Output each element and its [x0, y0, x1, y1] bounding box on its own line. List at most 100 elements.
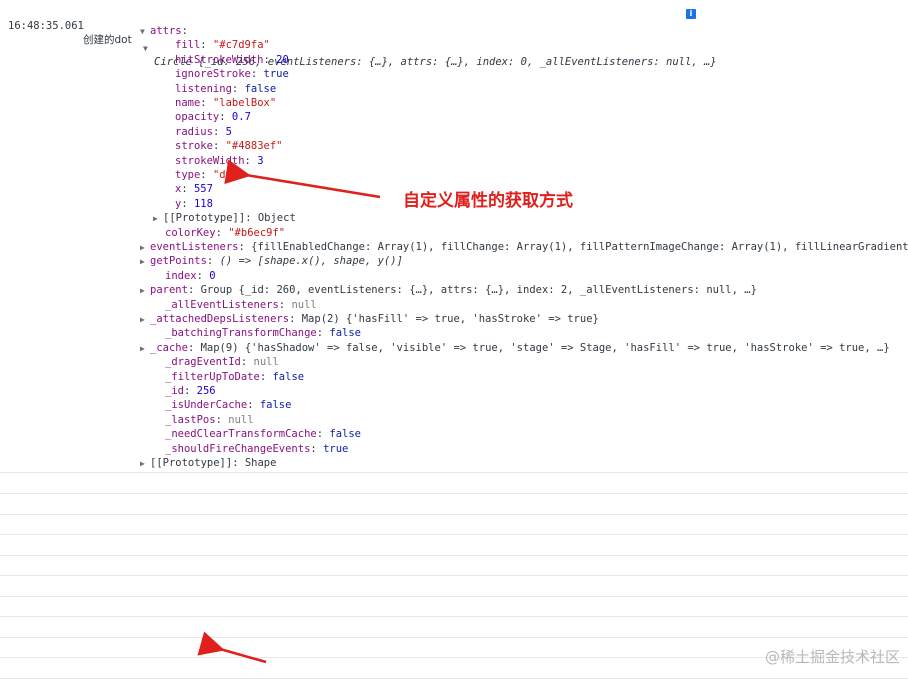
tree-row: strokeWidth: 3: [175, 155, 264, 167]
property-value: 20: [276, 53, 289, 66]
entry-separator: [0, 534, 908, 535]
property-key: _allEventListeners: [165, 298, 279, 311]
property-key: listening: [175, 82, 232, 95]
key-separator: :: [247, 399, 260, 412]
entry-separator: [0, 616, 908, 617]
property-value: 3: [257, 154, 264, 167]
property-key: [[Prototype]]: [150, 457, 233, 469]
property-value: null: [228, 413, 254, 426]
property-value: null: [253, 356, 279, 369]
property-value: Shape: [244, 457, 277, 469]
key-separator: :: [263, 53, 277, 66]
property-key: fill: [175, 39, 201, 52]
expand-triangle-icon[interactable]: ▶: [140, 459, 150, 468]
collapse-triangle-icon[interactable]: ▼: [140, 27, 150, 36]
key-separator: :: [245, 212, 258, 225]
tree-row[interactable]: ▶ eventListeners: {fillEnabledChange: Arr…: [140, 241, 908, 253]
property-key: ignoreStroke: [175, 68, 251, 81]
timestamp: 16:48:35.061: [8, 20, 84, 32]
property-value: 0.7: [231, 111, 251, 124]
property-value: false: [244, 82, 277, 95]
tree-row[interactable]: ▶ getPoints: () => [shape.x(), shape, y()…: [140, 255, 403, 267]
annotation-text: 自定义属性的获取方式: [403, 191, 573, 211]
property-value: Object: [257, 212, 296, 225]
property-key: _needClearTransformCache: [165, 428, 317, 441]
property-value: 118: [193, 197, 213, 210]
log-label: 创建的dot: [83, 34, 132, 46]
property-key: hitStrokeWidth: [175, 53, 264, 66]
key-separator: :: [212, 140, 226, 153]
property-key: type: [175, 169, 201, 181]
tree-row: _lastPos: null: [165, 414, 254, 426]
collapse-triangle-icon[interactable]: ▼: [143, 44, 153, 53]
property-key: opacity: [175, 111, 220, 124]
tree-row: _isUnderCache: false: [165, 399, 291, 411]
tree-row[interactable]: ▶ _attachedDepsListeners: Map(2) {'hasFil…: [140, 313, 599, 325]
property-value: 5: [225, 125, 232, 138]
key-separator: :: [316, 327, 330, 340]
expand-triangle-icon[interactable]: ▶: [140, 286, 150, 295]
property-key: colorKey: [165, 226, 216, 239]
entry-separator: [0, 636, 908, 638]
key-separator: :: [215, 226, 229, 239]
property-key: _filterUpToDate: [165, 370, 260, 383]
key-separator: :: [250, 68, 264, 81]
key-separator: :: [212, 125, 226, 138]
property-key: _batchingTransformChange: [165, 327, 317, 340]
property-key: _dragEventId: [165, 356, 241, 369]
entry-separator: [0, 595, 908, 597]
property-value: true: [263, 68, 289, 81]
property-value: false: [329, 428, 361, 441]
entry-separator: [0, 554, 908, 556]
expand-triangle-icon[interactable]: ▶: [140, 344, 150, 353]
property-key: _lastPos: [165, 413, 216, 426]
devtools-console: 16:48:35.061 创建的dot ▼ Circle {_id: 256, …: [0, 0, 908, 679]
property-key: _attachedDepsListeners: [150, 313, 290, 325]
tree-row[interactable]: ▶ [[Prototype]]: Object: [153, 212, 296, 224]
property-value: 256: [196, 385, 216, 397]
info-icon[interactable]: i: [686, 9, 696, 19]
tree-row: _id: 256: [165, 385, 216, 397]
expand-triangle-icon[interactable]: ▶: [140, 257, 150, 266]
tree-row: _shouldFireChangeEvents: true: [165, 443, 348, 455]
expand-triangle-icon[interactable]: ▶: [140, 243, 150, 252]
property-value: Map(2) {'hasFill' => true, 'hasStroke' =…: [301, 313, 599, 325]
property-key: stroke: [175, 140, 213, 153]
tree-row[interactable]: ▶ parent: Group {_id: 260, eventListeners…: [140, 284, 757, 296]
tree-row: colorKey: "#b6ec9f": [165, 227, 285, 239]
tree-row: opacity: 0.7: [175, 111, 251, 123]
property-value: "#c7d9fa": [212, 39, 270, 52]
tree-row: _needClearTransformCache: false: [165, 428, 361, 440]
property-key: index: [165, 269, 197, 282]
property-value: () => [shape.x(), shape, y()]: [219, 255, 403, 268]
tree-row: _dragEventId: null: [165, 356, 279, 368]
property-key: getPoints: [150, 255, 207, 268]
property-key: _cache: [150, 341, 188, 354]
tree-row: _allEventListeners: null: [165, 299, 317, 311]
property-key: _isUnderCache: [165, 399, 248, 412]
tree-row: listening: false: [175, 83, 276, 95]
property-value: false: [329, 327, 361, 340]
expand-triangle-icon[interactable]: ▶: [140, 315, 150, 324]
expand-triangle-icon[interactable]: ▶: [153, 214, 163, 223]
entry-separator: [0, 677, 908, 679]
tree-row[interactable]: ▶ [[Prototype]]: Shape: [140, 457, 276, 469]
property-key: [[Prototype]]: [163, 212, 246, 225]
property-value: 557: [193, 183, 213, 196]
key-separator: :: [181, 183, 194, 196]
key-separator: :: [219, 111, 232, 124]
key-separator: :: [206, 255, 220, 268]
property-value: 0: [209, 269, 216, 282]
property-key: attrs: [150, 25, 182, 37]
entry-separator: [0, 575, 908, 576]
key-separator: :: [310, 442, 324, 455]
tree-row: y: 118: [175, 198, 213, 210]
entry-separator: [0, 472, 908, 473]
key-separator: :: [232, 457, 245, 469]
tree-row[interactable]: ▼ attrs:: [140, 25, 188, 37]
key-separator: :: [200, 97, 213, 109]
tree-row[interactable]: ▶ _cache: Map(9) {'hasShadow' => false, '…: [140, 342, 890, 354]
property-value: "#b6ec9f": [228, 226, 286, 239]
key-separator: :: [183, 385, 197, 397]
property-value: "#4883ef": [225, 140, 283, 153]
